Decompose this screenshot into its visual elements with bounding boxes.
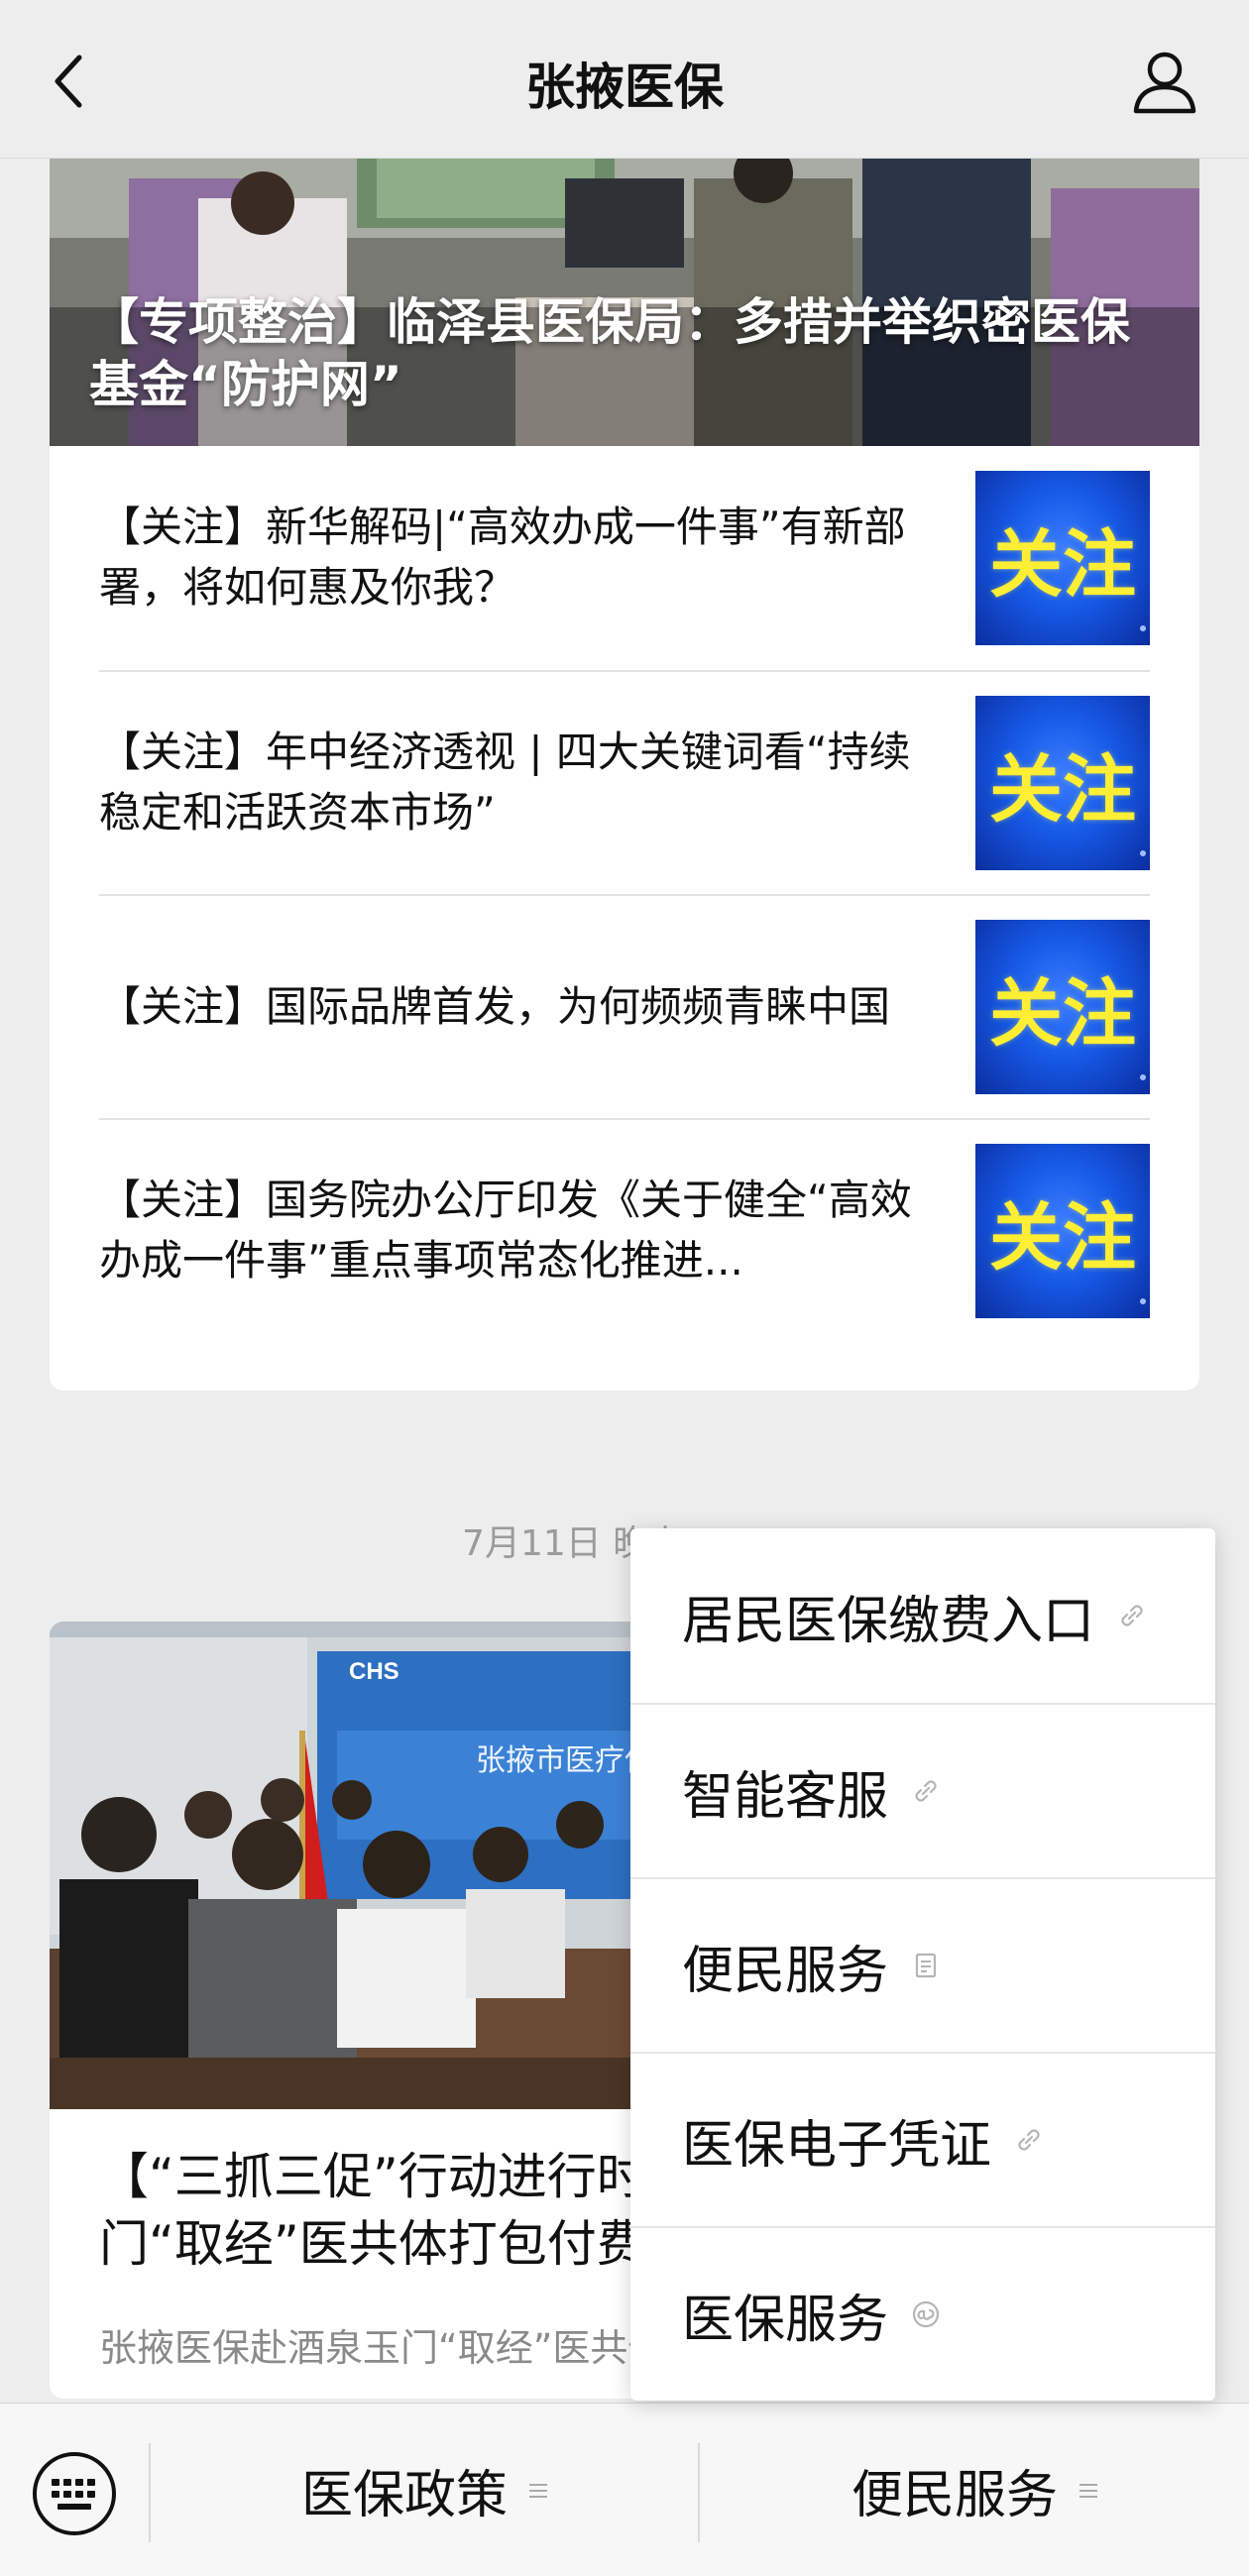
page-title: 张掖医保 [525, 58, 724, 116]
keyboard-toggle-button[interactable] [32, 2451, 117, 2536]
submenu-indicator-icon [529, 2483, 547, 2498]
link-icon [1018, 2129, 1040, 2151]
list-item[interactable]: 【关注】年中经济透视 | 四大关键词看“持续稳定和活跃资本市场” 关注 [99, 670, 1150, 894]
article-thumbnail: 关注 [975, 920, 1150, 1094]
submenu-item-insurance-services[interactable]: 医保服务 [630, 2226, 1215, 2401]
keyboard-icon [33, 2452, 116, 2535]
submenu-item-label: 便民服务 [682, 1941, 889, 2001]
article-title: 【关注】年中经济透视 | 四大关键词看“持续稳定和活跃资本市场” [99, 728, 911, 837]
photo-logo: CHS [349, 1658, 399, 1685]
submenu-item-label: 居民医保缴费入口 [682, 1591, 1095, 1651]
submenu-indicator-icon [1079, 2483, 1097, 2498]
article-thumbnail: 关注 [975, 696, 1150, 870]
submenu-item-label: 医保服务 [682, 2290, 889, 2350]
bottom-menu-label: 医保政策 [300, 2466, 508, 2525]
bottom-submenu-popup: 居民医保缴费入口 智能客服 便民服务 医保电子凭证 医保服务 [630, 1528, 1215, 2401]
list-item[interactable]: 【关注】国际品牌首发，为何频频青睐中国 关注 [99, 894, 1150, 1118]
miniprogram-icon [912, 2300, 940, 2328]
submenu-item-resident-insurance-payment[interactable]: 居民医保缴费入口 [630, 1528, 1215, 1703]
article-thumbnail: 关注 [975, 1144, 1150, 1318]
featured-article-title: 【专项整治】临泽县医保局：多措并举织密医保基金“防护网” [89, 293, 1130, 413]
submenu-item-label: 智能客服 [682, 1766, 889, 1827]
submenu-item-smart-customer-service[interactable]: 智能客服 [630, 1703, 1215, 1877]
link-icon [1121, 1605, 1143, 1626]
bottom-menu-label: 便民服务 [851, 2466, 1058, 2525]
article-card: 【专项整治】临泽县医保局：多措并举织密医保基金“防护网” 【关注】新华解码|“高… [50, 159, 1199, 1391]
article-thumbnail: 关注 [975, 471, 1150, 645]
link-icon [915, 1780, 937, 1802]
article-title: 【关注】新华解码|“高效办成一件事”有新部署，将如何惠及你我？ [99, 503, 906, 612]
list-item[interactable]: 【关注】国务院办公厅印发《关于健全“高效办成一件事”重点事项常态化推进... 关… [99, 1118, 1150, 1342]
user-icon [1133, 52, 1196, 114]
article-icon [915, 1953, 937, 1978]
profile-button[interactable] [1130, 50, 1199, 115]
bottom-menu-item-convenience-services[interactable]: 便民服务 [700, 2404, 1249, 2576]
submenu-item-convenience-services[interactable]: 便民服务 [630, 1877, 1215, 2052]
top-navigation-bar: 张掖医保 [0, 0, 1249, 159]
submenu-item-electronic-insurance-certificate[interactable]: 医保电子凭证 [630, 2052, 1215, 2226]
bottom-menu-item-insurance-policy[interactable]: 医保政策 [151, 2404, 698, 2576]
article-title: 【关注】国务院办公厅印发《关于健全“高效办成一件事”重点事项常态化推进... [99, 1176, 912, 1285]
submenu-item-label: 医保电子凭证 [682, 2115, 992, 2176]
list-item[interactable]: 【关注】新华解码|“高效办成一件事”有新部署，将如何惠及你我？ 关注 [99, 446, 1150, 670]
article-title: 【关注】国际品牌首发，为何频频青睐中国 [99, 981, 891, 1031]
featured-article[interactable]: 【专项整治】临泽县医保局：多措并举织密医保基金“防护网” [50, 159, 1199, 446]
bottom-menu-bar: 医保政策 便民服务 [0, 2403, 1249, 2576]
